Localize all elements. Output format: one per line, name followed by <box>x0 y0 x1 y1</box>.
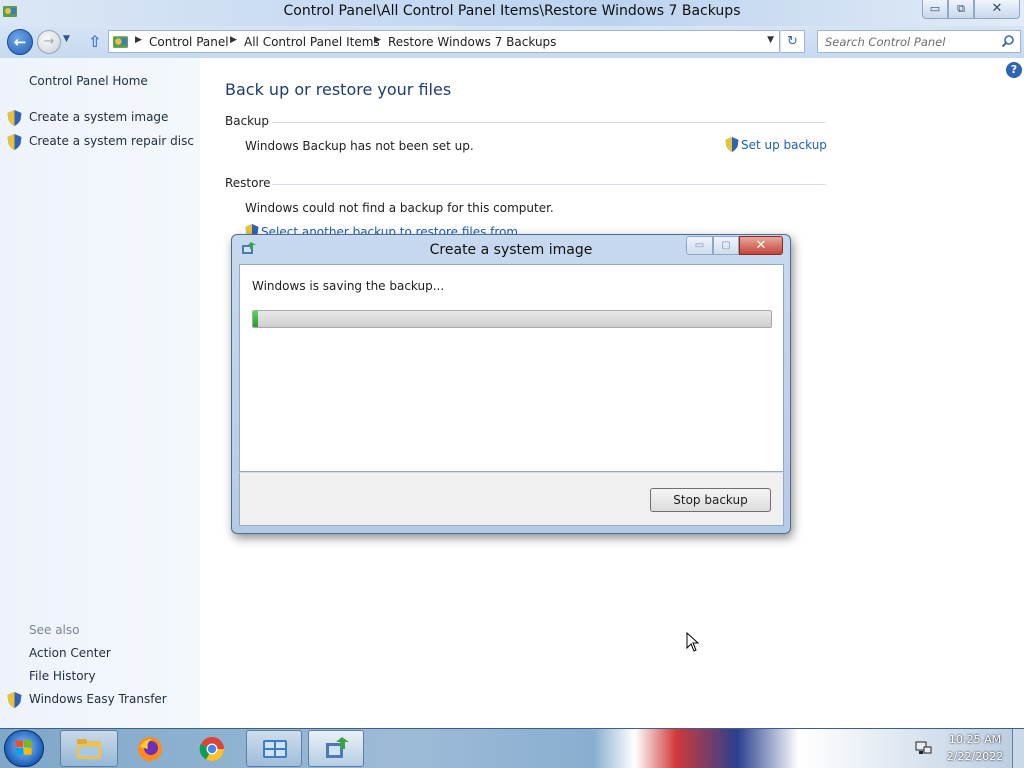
breadcrumb-all-items[interactable]: All Control Panel Items <box>244 35 380 49</box>
help-icon[interactable]: ? <box>1006 62 1022 78</box>
folder-icon <box>77 739 101 759</box>
minimize-button[interactable]: ▭ <box>922 0 948 19</box>
restore-heading: Restore <box>225 176 271 190</box>
uac-shield-icon <box>7 692 22 708</box>
set-up-backup-link[interactable]: Set up backup <box>741 138 827 152</box>
backup-status-text: Windows Backup has not been set up. <box>245 139 474 153</box>
up-button[interactable]: ⇧ <box>88 32 101 51</box>
breadcrumb-separator[interactable]: ▶ <box>230 35 237 45</box>
breadcrumb-control-panel[interactable]: Control Panel <box>149 35 229 49</box>
taskbar-backup-restore[interactable] <box>308 730 364 767</box>
mouse-cursor-icon <box>686 632 700 652</box>
breadcrumb-separator[interactable]: ▶ <box>135 35 142 45</box>
taskbar-file-explorer[interactable] <box>60 730 118 767</box>
uac-shield-icon <box>7 134 22 150</box>
file-history-link[interactable]: File History <box>29 669 96 683</box>
address-bar[interactable]: ▶ Control Panel ▶ All Control Panel Item… <box>108 30 780 53</box>
back-button[interactable]: ← <box>7 29 33 55</box>
close-button[interactable]: ✕ <box>974 0 1020 19</box>
address-dropdown-icon[interactable]: ▼ <box>767 35 774 45</box>
action-center-link[interactable]: Action Center <box>29 646 111 660</box>
section-divider <box>272 184 826 185</box>
taskbar-control-panel[interactable] <box>246 730 302 767</box>
control-panel-icon <box>263 740 287 758</box>
backup-progress-bar <box>252 310 772 328</box>
tasks-pane: Control Panel Home Create a system image… <box>0 58 200 728</box>
window-title-bar[interactable]: Control Panel\All Control Panel Items\Re… <box>0 0 1024 26</box>
dialog-minimize-button[interactable]: ▭ <box>686 236 713 255</box>
search-icon[interactable] <box>1001 34 1015 48</box>
restore-status-text: Windows could not find a backup for this… <box>245 201 554 215</box>
navigation-bar: ← → ▼ ⇧ ▶ Control Panel ▶ All Control Pa… <box>0 26 1024 58</box>
dialog-body: Windows is saving the backup... <box>239 264 784 472</box>
search-box[interactable] <box>817 30 1021 53</box>
taskbar-firefox[interactable] <box>121 730 179 767</box>
backup-icon <box>326 737 349 758</box>
start-button[interactable] <box>4 730 44 767</box>
taskbar-chrome[interactable] <box>183 730 241 767</box>
recent-pages-dropdown[interactable]: ▼ <box>63 34 70 44</box>
clock-time[interactable]: 10:25 AM <box>945 733 1005 746</box>
breadcrumb-separator[interactable]: ▶ <box>374 35 381 45</box>
page-title: Back up or restore your files <box>225 80 452 99</box>
saving-status-text: Windows is saving the backup... <box>252 279 445 293</box>
maximize-button[interactable]: ⧉ <box>948 0 974 19</box>
show-desktop-button[interactable] <box>1012 729 1024 768</box>
create-repair-disc-link[interactable]: Create a system repair disc <box>29 134 194 148</box>
uac-shield-icon <box>725 137 739 152</box>
breadcrumb-restore-backups[interactable]: Restore Windows 7 Backups <box>388 35 556 49</box>
control-panel-icon <box>113 36 128 48</box>
uac-shield-icon <box>7 110 22 126</box>
windows-easy-transfer-link[interactable]: Windows Easy Transfer <box>29 692 167 706</box>
taskbar: 10:25 AM 2/22/2022 <box>0 728 1024 768</box>
dialog-maximize-button[interactable]: ▢ <box>713 236 739 255</box>
network-icon[interactable] <box>914 740 932 756</box>
create-system-image-dialog[interactable]: Create a system image ▭ ▢ ✕ Windows is s… <box>231 234 791 534</box>
see-also-heading: See also <box>29 623 80 637</box>
firefox-icon <box>138 737 162 761</box>
dialog-close-button[interactable]: ✕ <box>739 236 783 255</box>
section-divider <box>272 122 826 123</box>
search-input[interactable] <box>818 31 996 52</box>
stop-backup-button[interactable]: Stop backup <box>650 488 771 512</box>
window-title: Control Panel\All Control Panel Items\Re… <box>283 3 741 19</box>
control-panel-home-link[interactable]: Control Panel Home <box>29 74 148 88</box>
forward-button[interactable]: → <box>37 30 61 54</box>
dialog-footer: Stop backup <box>239 472 784 526</box>
chrome-icon <box>199 737 224 762</box>
progress-fill <box>253 311 259 327</box>
clock-date[interactable]: 2/22/2022 <box>945 750 1005 763</box>
backup-heading: Backup <box>225 114 269 128</box>
refresh-button[interactable]: ↻ <box>781 30 805 53</box>
windows-logo-icon <box>15 740 32 755</box>
create-system-image-link[interactable]: Create a system image <box>29 110 168 124</box>
